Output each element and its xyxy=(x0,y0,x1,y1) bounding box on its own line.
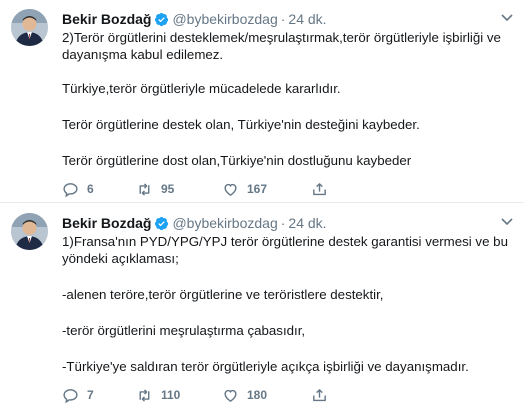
verified-badge-icon xyxy=(155,216,169,231)
share-button[interactable] xyxy=(311,386,328,404)
author-name[interactable]: Bekir Bozdağ xyxy=(62,11,151,27)
verified-badge-icon xyxy=(155,12,169,27)
author-handle[interactable]: @bybekirbozdag xyxy=(172,11,277,27)
like-button[interactable]: 167 xyxy=(222,180,267,198)
retweet-count: 95 xyxy=(161,182,175,196)
tweet-paragraph: Terör örgütlerine dost olan,Türkiye'nin … xyxy=(62,153,412,168)
retweet-button[interactable]: 95 xyxy=(136,180,174,198)
share-button[interactable] xyxy=(311,180,328,198)
tweet-line: 2)Terör örgütlerini desteklemek/meşrulaş… xyxy=(62,30,501,45)
reply-count: 7 xyxy=(87,388,94,402)
reply-count: 6 xyxy=(87,182,94,196)
reply-button[interactable]: 7 xyxy=(62,386,94,404)
author-handle[interactable]: @bybekirbozdag xyxy=(172,215,277,231)
tweet-paragraph: Türkiye,terör örgütleriyle mücadelede ka… xyxy=(62,81,341,96)
like-count: 180 xyxy=(247,388,268,402)
tweet[interactable]: Bekir Bozdağ @bybekirbozdag · 24 dk. 1)Fran… xyxy=(0,204,524,416)
tweet-paragraph: -Türkiye'ye saldıran terör örgütleriyle … xyxy=(62,359,469,374)
tweet-header: Bekir Bozdağ @bybekirbozdag · 24 dk. xyxy=(62,214,327,232)
avatar[interactable] xyxy=(11,9,48,46)
reply-icon xyxy=(63,182,78,197)
tweet-actions: 7 110 180 xyxy=(62,386,482,404)
tweet-line: 1)Fransa'nın PYD/YPG/YPJ terör örgütleri… xyxy=(62,234,508,249)
separator-dot: · xyxy=(280,11,286,27)
tweet-text: 1)Fransa'nın PYD/YPG/YPJ terör örgütleri… xyxy=(62,233,512,375)
chevron-down-icon[interactable] xyxy=(501,217,513,227)
retweet-button[interactable]: 110 xyxy=(136,386,180,404)
tweet-line: yöndeki açıklaması; xyxy=(62,251,179,266)
reply-icon xyxy=(63,388,78,403)
tweet-actions: 6 95 167 xyxy=(62,180,482,198)
avatar[interactable] xyxy=(11,213,48,250)
tweet[interactable]: Bekir Bozdağ @bybekirbozdag · 24 dk. 2)Terö… xyxy=(0,0,524,203)
retweet-icon xyxy=(139,182,150,196)
heart-icon xyxy=(224,183,237,196)
retweet-icon xyxy=(139,388,150,402)
like-count: 167 xyxy=(247,182,268,196)
author-name[interactable]: Bekir Bozdağ xyxy=(62,215,151,231)
tweet-paragraph: Terör örgütlerine destek olan, Türkiye'n… xyxy=(62,117,420,132)
tweet-paragraph: -alenen teröre,terör örgütlerine ve terö… xyxy=(62,287,384,302)
share-icon xyxy=(313,388,326,401)
share-icon xyxy=(313,182,326,195)
tweet-line: dayanışma kabul edilemez. xyxy=(62,47,224,62)
tweet-paragraph: -terör örgütlerini meşrulaştırma çabasıd… xyxy=(62,323,306,338)
heart-icon xyxy=(224,389,237,402)
chevron-down-icon[interactable] xyxy=(501,13,513,23)
retweet-count: 110 xyxy=(161,388,181,402)
timestamp[interactable]: 24 dk. xyxy=(288,11,326,27)
tweet-header: Bekir Bozdağ @bybekirbozdag · 24 dk. xyxy=(62,10,327,28)
tweet-text: 2)Terör örgütlerini desteklemek/meşrulaş… xyxy=(62,29,512,169)
reply-button[interactable]: 6 xyxy=(62,180,94,198)
separator-dot: · xyxy=(280,215,286,231)
timestamp[interactable]: 24 dk. xyxy=(288,215,326,231)
like-button[interactable]: 180 xyxy=(222,386,267,404)
